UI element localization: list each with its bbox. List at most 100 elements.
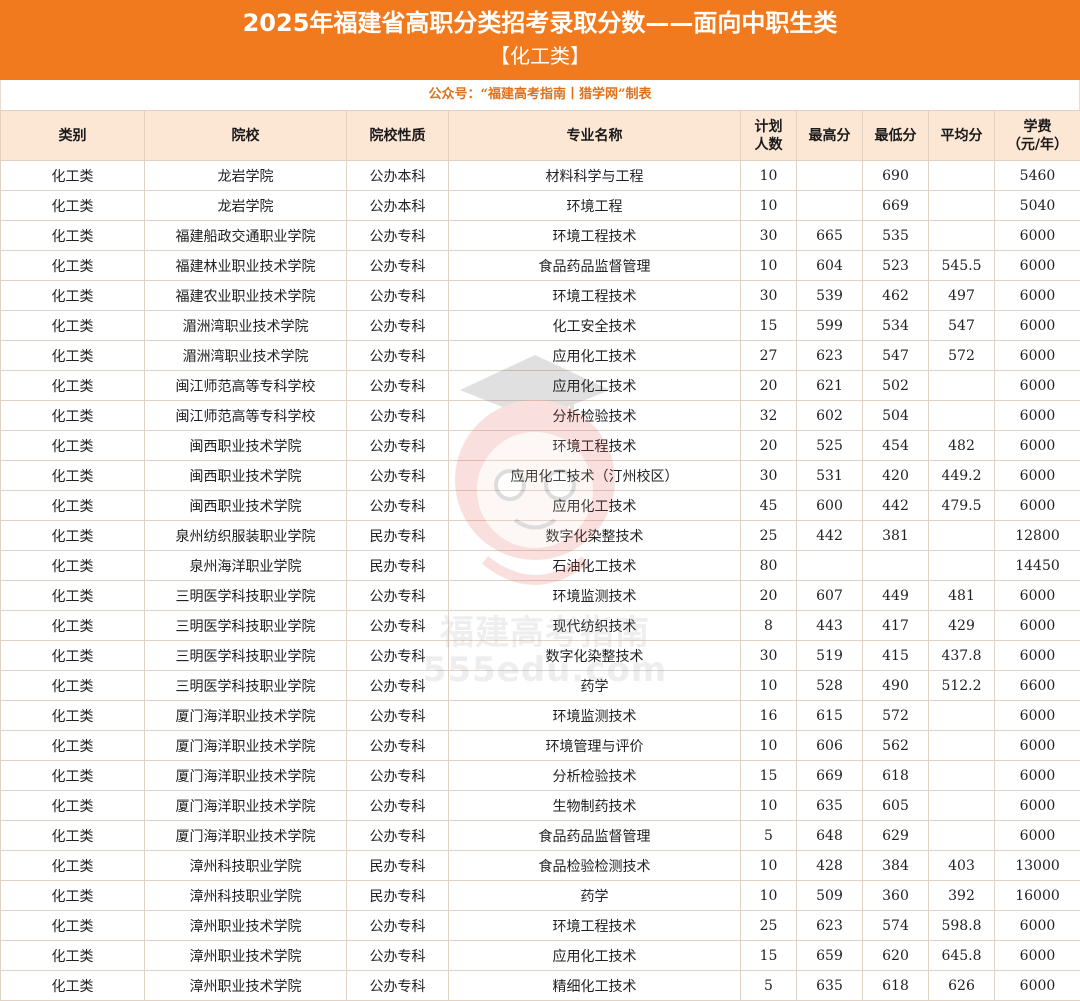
table-cell: 化工安全技术: [449, 311, 741, 341]
table-row: 化工类漳州科技职业学院民办专科药学1050936039216000: [1, 881, 1080, 911]
table-cell: 20: [741, 581, 797, 611]
table-cell: 公办专科: [347, 431, 449, 461]
table-cell: 民办专科: [347, 551, 449, 581]
table-cell: 10: [741, 881, 797, 911]
table-cell: [863, 551, 929, 581]
table-cell: 福建农业职业技术学院: [145, 281, 347, 311]
table-cell: 437.8: [929, 641, 995, 671]
table-cell: 659: [797, 941, 863, 971]
table-row: 化工类三明医学科技职业学院公办专科环境监测技术206074494816000: [1, 581, 1080, 611]
table-cell: 14450: [995, 551, 1080, 581]
table-cell: 闽西职业技术学院: [145, 431, 347, 461]
table-cell: [797, 161, 863, 191]
column-header: 院校性质: [347, 111, 449, 161]
table-cell: 27: [741, 341, 797, 371]
page-title: 2025年福建省高职分类招考录取分数——面向中职生类: [0, 0, 1080, 35]
table-cell: 数字化染整技术: [449, 521, 741, 551]
table-cell: 公办专科: [347, 491, 449, 521]
table-row: 化工类龙岩学院公办本科环境工程106695040: [1, 191, 1080, 221]
table-cell: 公办专科: [347, 371, 449, 401]
table-cell: 10: [741, 161, 797, 191]
table-cell: 482: [929, 431, 995, 461]
table-row: 化工类闽江师范高等专科学校公办专科应用化工技术206215026000: [1, 371, 1080, 401]
table-cell: 384: [863, 851, 929, 881]
table-cell: 化工类: [1, 851, 145, 881]
table-cell: 现代纺织技术: [449, 611, 741, 641]
table-cell: 应用化工技术: [449, 941, 741, 971]
table-cell: 化工类: [1, 191, 145, 221]
table-cell: 10: [741, 791, 797, 821]
table-cell: [929, 161, 995, 191]
table-cell: 442: [797, 521, 863, 551]
table-cell: 381: [863, 521, 929, 551]
table-cell: 泉州海洋职业学院: [145, 551, 347, 581]
table-cell: 化工类: [1, 401, 145, 431]
table-cell: 8: [741, 611, 797, 641]
table-cell: 分析检验技术: [449, 761, 741, 791]
table-cell: 化工类: [1, 731, 145, 761]
table-row: 化工类厦门海洋职业技术学院公办专科生物制药技术106356056000: [1, 791, 1080, 821]
table-cell: 6000: [995, 731, 1080, 761]
table-row: 化工类福建农业职业技术学院公办专科环境工程技术305394624976000: [1, 281, 1080, 311]
table-cell: 562: [863, 731, 929, 761]
table-row: 化工类龙岩学院公办本科材料科学与工程106905460: [1, 161, 1080, 191]
table-cell: 厦门海洋职业技术学院: [145, 821, 347, 851]
table-cell: 闽江师范高等专科学校: [145, 401, 347, 431]
table-row: 化工类厦门海洋职业技术学院公办专科食品药品监督管理56486296000: [1, 821, 1080, 851]
table-cell: 535: [863, 221, 929, 251]
table-cell: 化工类: [1, 431, 145, 461]
table-cell: 6000: [995, 791, 1080, 821]
table-cell: 20: [741, 371, 797, 401]
column-header: 类别: [1, 111, 145, 161]
table-cell: 429: [929, 611, 995, 641]
table-cell: 泉州纺织服装职业学院: [145, 521, 347, 551]
table-cell: 528: [797, 671, 863, 701]
column-header: 院校: [145, 111, 347, 161]
table-cell: 厦门海洋职业技术学院: [145, 791, 347, 821]
table-cell: 厦门海洋职业技术学院: [145, 761, 347, 791]
table-cell: 化工类: [1, 221, 145, 251]
table-cell: 6000: [995, 971, 1080, 1001]
table-cell: 523: [863, 251, 929, 281]
table-cell: 6000: [995, 401, 1080, 431]
table-cell: 665: [797, 221, 863, 251]
table-cell: 6000: [995, 701, 1080, 731]
table-cell: 民办专科: [347, 851, 449, 881]
table-cell: 620: [863, 941, 929, 971]
column-header: 平均分: [929, 111, 995, 161]
table-cell: 食品药品监督管理: [449, 251, 741, 281]
table-cell: 三明医学科技职业学院: [145, 641, 347, 671]
table-cell: 5460: [995, 161, 1080, 191]
table-cell: 公办专科: [347, 701, 449, 731]
table-cell: 6000: [995, 311, 1080, 341]
table-cell: 民办专科: [347, 881, 449, 911]
table-cell: 湄洲湾职业技术学院: [145, 311, 347, 341]
table-cell: 石油化工技术: [449, 551, 741, 581]
table-cell: 509: [797, 881, 863, 911]
table-cell: 6000: [995, 641, 1080, 671]
table-cell: 525: [797, 431, 863, 461]
table-cell: 635: [797, 971, 863, 1001]
table-cell: 6000: [995, 371, 1080, 401]
table-cell: 449.2: [929, 461, 995, 491]
table-cell: [929, 821, 995, 851]
table-cell: 闽西职业技术学院: [145, 461, 347, 491]
table-cell: [797, 191, 863, 221]
table-cell: 604: [797, 251, 863, 281]
table-cell: 615: [797, 701, 863, 731]
table-cell: 精细化工技术: [449, 971, 741, 1001]
table-cell: 15: [741, 941, 797, 971]
table-cell: 428: [797, 851, 863, 881]
table-cell: 6000: [995, 911, 1080, 941]
table-cell: 32: [741, 401, 797, 431]
table-cell: 690: [863, 161, 929, 191]
table-cell: 公办专科: [347, 911, 449, 941]
table-cell: 化工类: [1, 761, 145, 791]
table-cell: 6000: [995, 221, 1080, 251]
table-cell: 618: [863, 761, 929, 791]
table-cell: 30: [741, 281, 797, 311]
table-cell: 6000: [995, 581, 1080, 611]
table-cell: 10: [741, 671, 797, 701]
table-cell: 化工类: [1, 491, 145, 521]
table-cell: 化工类: [1, 941, 145, 971]
